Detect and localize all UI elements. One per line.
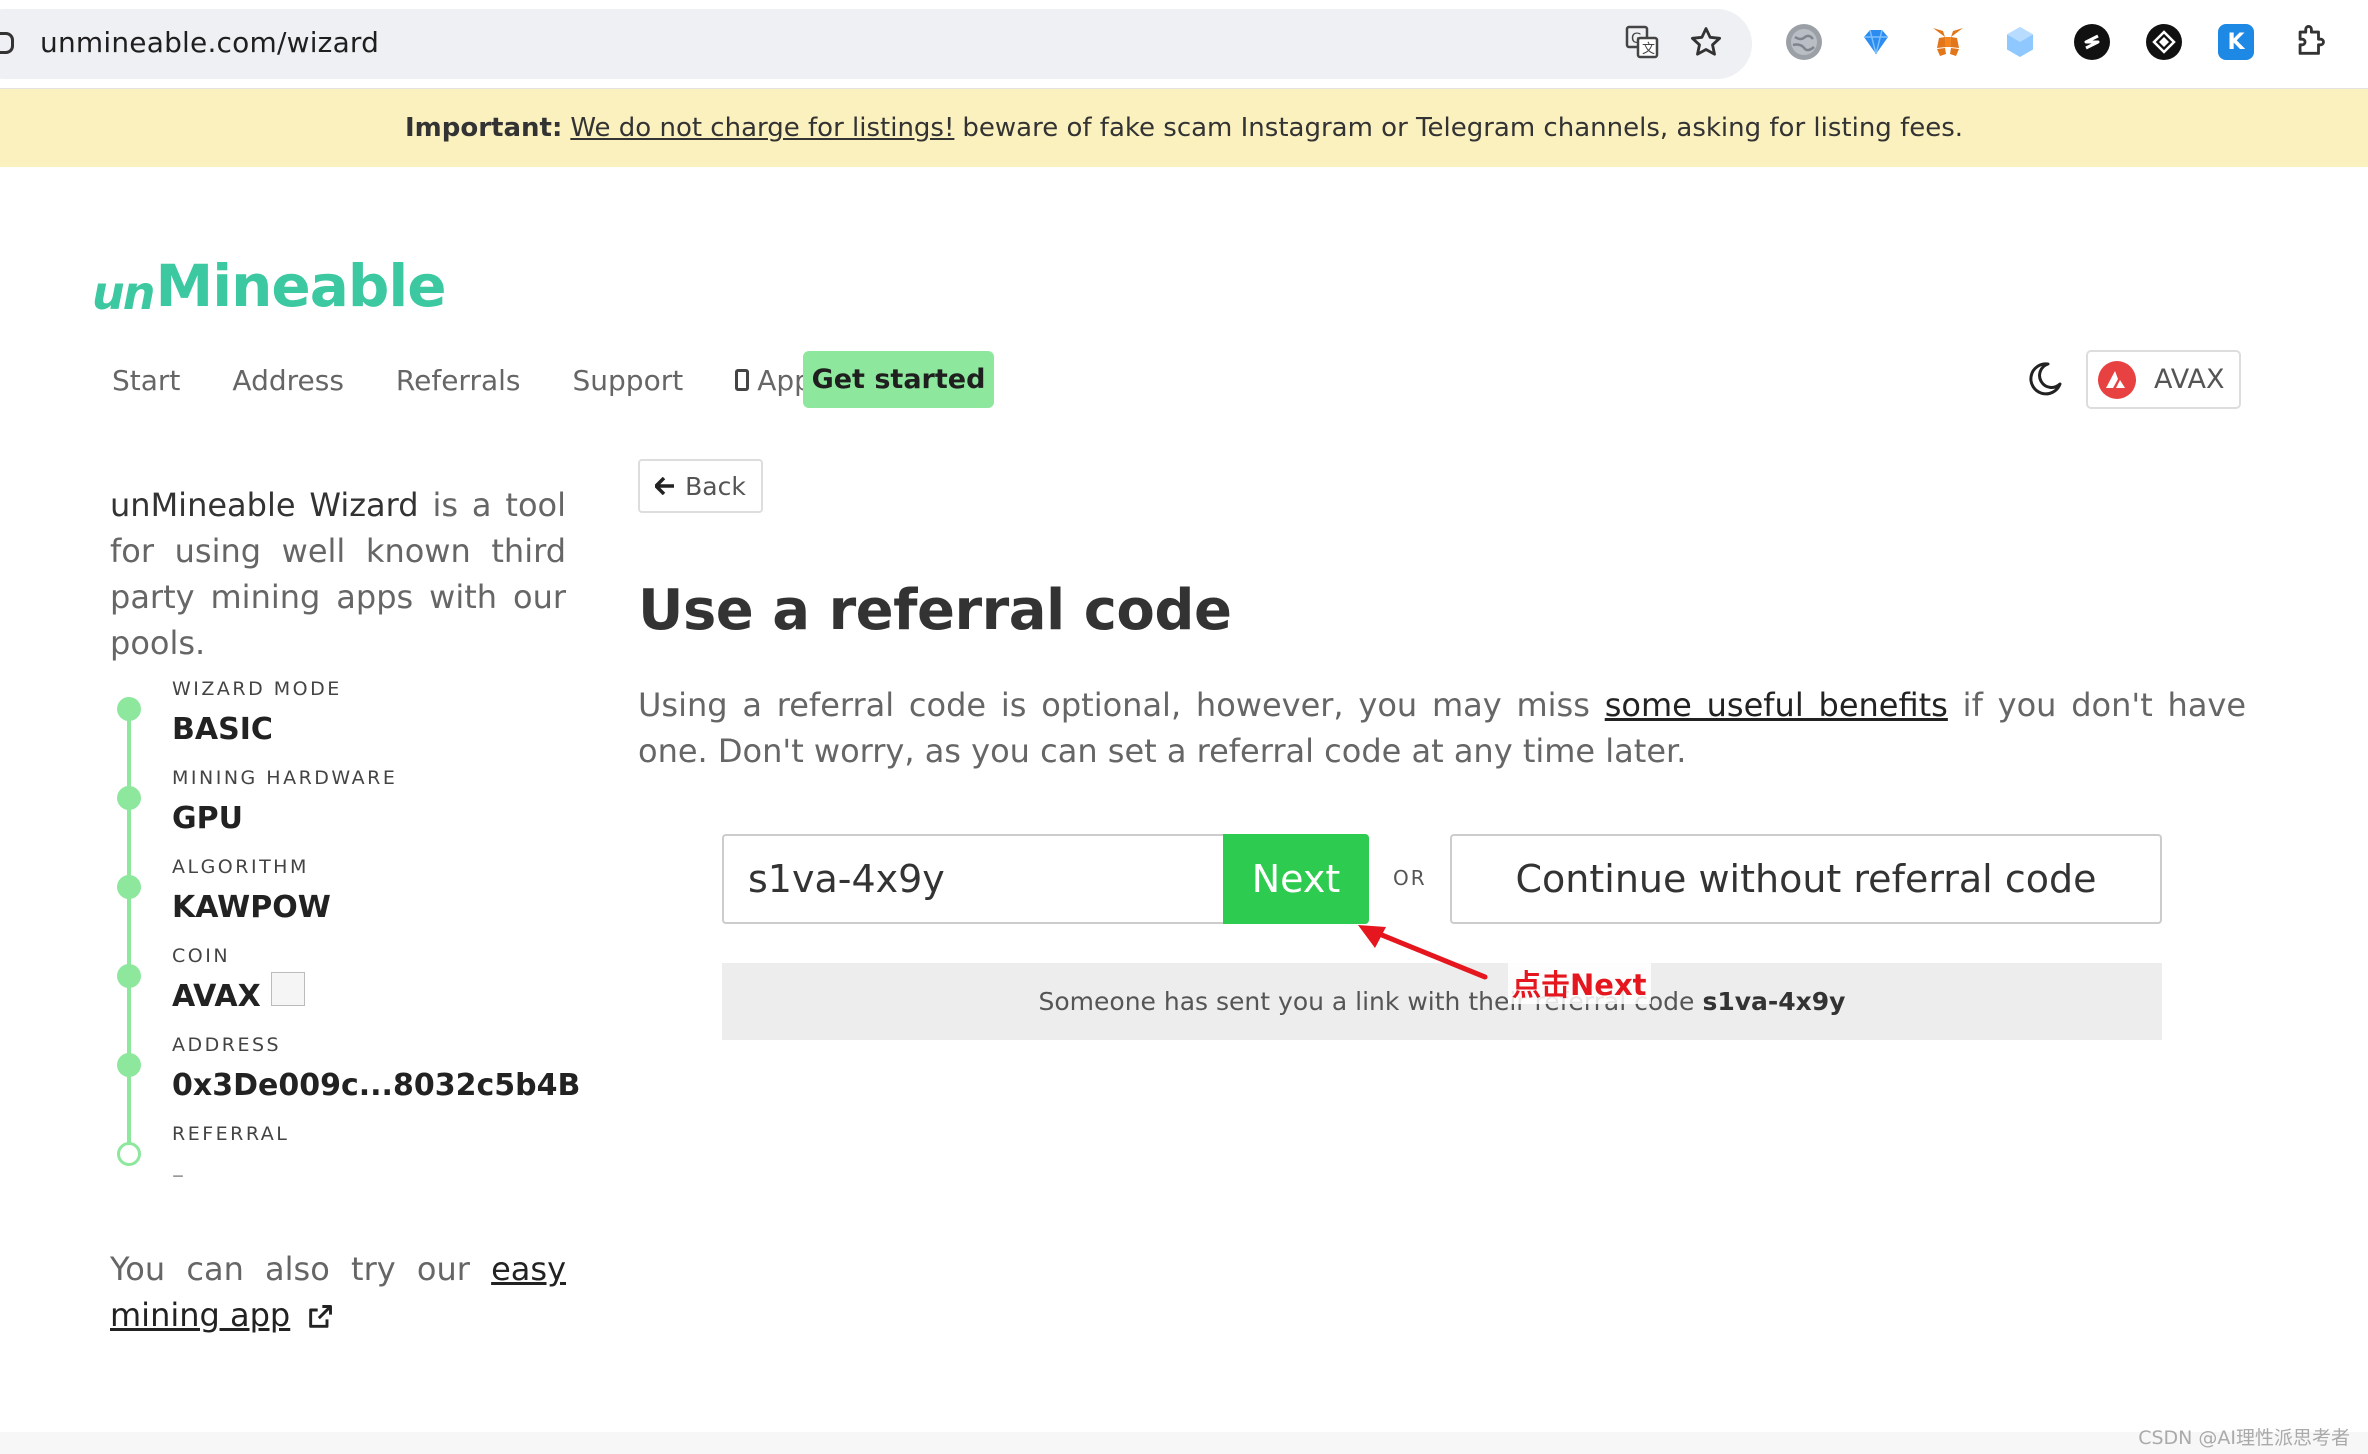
url-text[interactable]: unmineable.com/wizard (40, 26, 379, 59)
mobile-phone-icon (735, 369, 750, 391)
next-button[interactable]: Next (1223, 834, 1369, 924)
page-title: Use a referral code (638, 578, 1232, 643)
main-nav: Start Address Referrals Support App (112, 351, 864, 409)
globe-extension-icon[interactable] (1786, 24, 1822, 60)
page-root: unmineable.com/wizard G文 K Important: We… (0, 0, 2368, 1454)
step-value: KAWPOW (172, 890, 331, 925)
svg-text:文: 文 (1642, 42, 1655, 57)
banner-important-label: Important: (404, 113, 563, 143)
step-dot (117, 786, 141, 810)
step-label: ADDRESS (172, 1034, 282, 1056)
arrow-left-icon (655, 477, 675, 495)
step-label: ALGORITHM (172, 856, 309, 878)
broken-coin-image-icon (270, 971, 305, 1006)
s-logo-extension-icon[interactable] (2074, 24, 2110, 60)
external-link-icon[interactable] (306, 1303, 334, 1331)
nav-address[interactable]: Address (232, 364, 344, 397)
metamask-fox-icon[interactable] (1930, 24, 1966, 60)
wizard-intro: unMineable Wizard is a tool for using we… (110, 482, 566, 666)
step-coin[interactable]: COIN AVAX (110, 939, 570, 1028)
step-value: 0x3De009c...8032c5b4B (172, 1068, 581, 1103)
k-extension-icon[interactable]: K (2218, 24, 2254, 60)
step-algorithm[interactable]: ALGORITHM KAWPOW (110, 850, 570, 939)
annotation-click-next: 点击Next (1508, 962, 1651, 1004)
coin-selector-label: AVAX (2154, 364, 2225, 395)
easy-app-note: You can also try our easy mining app (110, 1246, 566, 1338)
step-value: BASIC (172, 712, 273, 747)
step-value: AVAX (172, 979, 261, 1014)
useful-benefits-link[interactable]: some useful benefits (1605, 686, 1948, 724)
back-button[interactable]: Back (638, 459, 763, 513)
dark-mode-moon-icon[interactable] (2026, 360, 2064, 398)
translate-icon[interactable]: G文 (1622, 22, 1662, 62)
step-label: WIZARD MODE (172, 678, 342, 700)
annotation-arrow-icon (1358, 925, 1488, 980)
wizard-name: unMineable Wizard (110, 486, 419, 524)
browser-toolbar: unmineable.com/wizard G文 K (0, 0, 2368, 89)
step-value: – (172, 1161, 184, 1189)
compass-extension-icon[interactable] (2146, 24, 2182, 60)
hexagon-extension-icon[interactable] (2002, 24, 2038, 60)
logo-prefix: un (92, 266, 155, 320)
desc-start: Using a referral code is optional, howev… (638, 686, 1590, 724)
avax-logo-icon (2098, 360, 2136, 399)
nav-support[interactable]: Support (573, 364, 684, 397)
unmineable-logo[interactable]: un Mineable (92, 250, 447, 320)
diamond-extension-icon[interactable] (1858, 24, 1894, 60)
continue-without-referral-button[interactable]: Continue without referral code (1450, 834, 2162, 924)
nav-app[interactable]: App (735, 364, 812, 397)
step-value-coin: AVAX (172, 971, 305, 1014)
site-info-icon[interactable] (0, 32, 14, 54)
nav-start[interactable]: Start (112, 364, 180, 397)
step-label: COIN (172, 945, 231, 967)
banner-listings-link[interactable]: We do not charge for listings! (570, 113, 954, 143)
logo-text: Mineable (155, 252, 447, 320)
easy-app-text: You can also try our (110, 1250, 470, 1288)
referral-description: Using a referral code is optional, howev… (638, 682, 2246, 774)
step-mining-hardware[interactable]: MINING HARDWARE GPU (110, 761, 570, 850)
step-label: REFERRAL (172, 1123, 290, 1145)
banner-text: beware of fake scam Instagram or Telegra… (962, 113, 1964, 143)
step-dot (117, 875, 141, 899)
bookmark-star-icon[interactable] (1686, 22, 1726, 62)
step-address[interactable]: ADDRESS 0x3De009c...8032c5b4B (110, 1028, 580, 1117)
page-bottom-strip (0, 1432, 2368, 1454)
back-label: Back (685, 471, 746, 501)
scam-warning-banner: Important: We do not charge for listings… (0, 89, 2368, 167)
step-label: MINING HARDWARE (172, 767, 398, 789)
coin-selector[interactable]: AVAX (2086, 350, 2241, 409)
csdn-watermark: CSDN @AI理性派思考者 (2138, 1427, 2350, 1449)
step-dot (117, 1053, 141, 1077)
step-dot (117, 697, 141, 721)
nav-referrals[interactable]: Referrals (396, 364, 521, 397)
step-wizard-mode[interactable]: WIZARD MODE BASIC (110, 672, 570, 761)
extensions-puzzle-icon[interactable] (2290, 22, 2330, 62)
referral-code-input[interactable] (722, 834, 1225, 924)
wizard-steps: WIZARD MODE BASIC MINING HARDWARE GPU AL… (110, 672, 580, 1189)
get-started-button[interactable]: Get started (803, 351, 994, 408)
step-dot-current (117, 1142, 141, 1166)
step-value: GPU (172, 801, 243, 836)
step-dot (117, 964, 141, 988)
notice-code: s1va-4x9y (1702, 987, 1846, 1016)
step-referral[interactable]: REFERRAL – (110, 1117, 570, 1206)
or-separator: OR (1393, 866, 1427, 890)
